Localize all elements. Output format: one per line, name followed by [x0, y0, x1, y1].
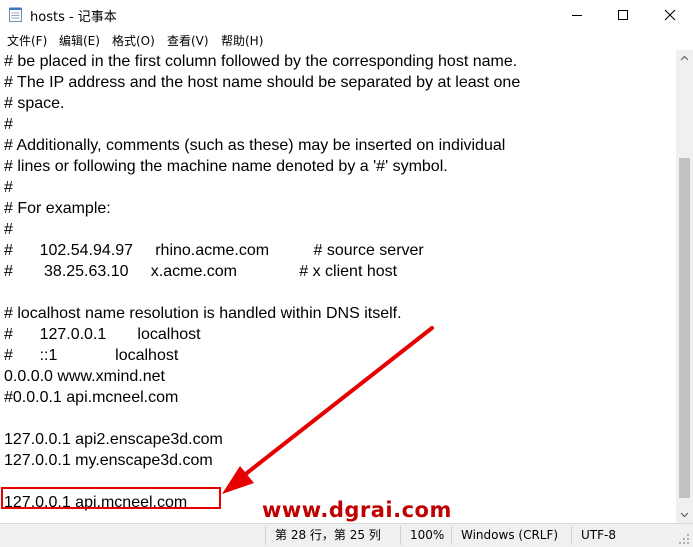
status-separator: [451, 526, 452, 545]
maximize-button[interactable]: [600, 0, 646, 30]
encoding: UTF-8: [581, 528, 616, 542]
notepad-icon: [9, 7, 22, 22]
editor-line: # For example:: [4, 200, 111, 217]
editor-line: # ::1 localhost: [4, 347, 179, 364]
vertical-scrollbar[interactable]: [676, 50, 693, 523]
scroll-up-icon[interactable]: [680, 55, 689, 61]
editor-line: # 102.54.94.97 rhino.acme.com # source s…: [4, 242, 424, 259]
menu-format[interactable]: 格式(O): [112, 32, 155, 49]
editor-line: #: [4, 221, 13, 238]
window-title: hosts - 记事本: [30, 10, 117, 25]
title-bar[interactable]: hosts - 记事本: [0, 0, 693, 30]
editor-line: # 38.25.63.10 x.acme.com # x client host: [4, 263, 398, 280]
zoom-level: 100%: [410, 528, 445, 542]
minimize-button[interactable]: [554, 0, 600, 30]
editor-line: # Additionally, comments (such as these)…: [4, 137, 506, 154]
minimize-icon: [572, 15, 582, 16]
editor-line: # lines or following the machine name de…: [4, 158, 448, 175]
menu-bar: 文件(F) 编辑(E) 格式(O) 查看(V) 帮助(H): [0, 30, 693, 50]
editor-line: # localhost name resolution is handled w…: [4, 305, 402, 322]
editor-line: #: [4, 116, 13, 133]
editor-line: # space.: [4, 95, 65, 112]
notepad-window: hosts - 记事本 文件(F) 编辑(E) 格式(O) 查看(V) 帮助(H…: [0, 0, 693, 547]
close-button[interactable]: [647, 0, 693, 30]
menu-edit[interactable]: 编辑(E): [59, 32, 100, 49]
editor-line: 0.0.0.0 www.xmind.net: [4, 368, 165, 385]
text-editor[interactable]: # be placed in the first column followed…: [0, 50, 676, 523]
status-bar: 第 28 行，第 25 列 100% Windows (CRLF) UTF-8: [0, 523, 693, 547]
editor-line: # 127.0.0.1 localhost: [4, 326, 201, 343]
editor-line: # The IP address and the host name shoul…: [4, 74, 521, 91]
scrollbar-thumb[interactable]: [679, 158, 690, 498]
scroll-down-icon[interactable]: [680, 512, 689, 518]
status-separator: [265, 526, 266, 545]
watermark: www.dgrai.com: [262, 498, 452, 522]
menu-help[interactable]: 帮助(H): [221, 32, 263, 49]
line-ending: Windows (CRLF): [461, 528, 559, 542]
annotation-highlight-box: [1, 487, 221, 509]
maximize-icon: [618, 10, 628, 20]
editor-line: 127.0.0.1 my.enscape3d.com: [4, 452, 213, 469]
editor-line: #0.0.0.1 api.mcneel.com: [4, 389, 179, 406]
resize-grip-icon[interactable]: [678, 533, 690, 545]
editor-line: 127.0.0.1 api2.enscape3d.com: [4, 431, 223, 448]
status-separator: [400, 526, 401, 545]
close-icon: [664, 9, 676, 21]
menu-file[interactable]: 文件(F): [7, 32, 47, 49]
menu-view[interactable]: 查看(V): [167, 32, 209, 49]
status-separator: [571, 526, 572, 545]
editor-line: # be placed in the first column followed…: [4, 53, 518, 70]
cursor-position: 第 28 行，第 25 列: [275, 528, 381, 542]
editor-line: #: [4, 179, 13, 196]
